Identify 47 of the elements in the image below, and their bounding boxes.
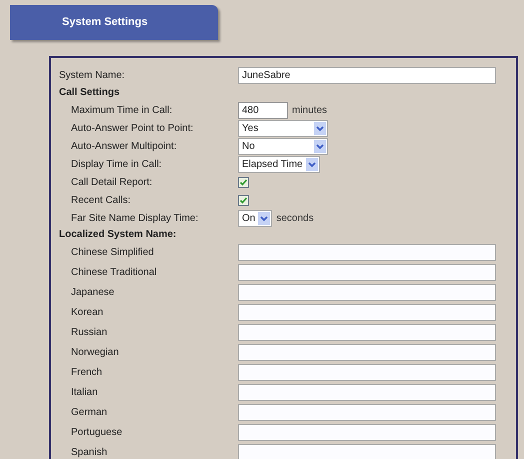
- chevron-icon: [314, 122, 326, 134]
- field-label: Call Detail Report:: [70, 176, 154, 190]
- field-label: Auto-Answer Point to Point:: [70, 122, 194, 136]
- field-label: Display Time in Call:: [70, 158, 163, 172]
- minutes-field[interactable]: 480: [238, 102, 288, 118]
- field-label: Chinese Traditional: [70, 266, 158, 280]
- field-label: System Name:: [59, 68, 126, 82]
- field-label: Maximum Time in Call:: [70, 104, 174, 118]
- text-field[interactable]: [238, 364, 496, 380]
- field-label: French: [70, 366, 104, 380]
- checkbox[interactable]: [238, 176, 249, 188]
- text-field[interactable]: [238, 244, 496, 260]
- section-heading: Call Settings: [59, 86, 121, 100]
- checkbox[interactable]: [238, 194, 249, 206]
- text-field[interactable]: [238, 444, 496, 459]
- text-field[interactable]: [238, 344, 496, 360]
- text-field[interactable]: [238, 384, 496, 400]
- text-field[interactable]: [238, 424, 496, 440]
- field-label: German: [70, 406, 108, 420]
- field-label: Russian: [70, 326, 108, 340]
- field-label: Portuguese: [70, 426, 124, 440]
- chevron-icon: [314, 140, 326, 152]
- dropdown[interactable]: Yes: [238, 120, 328, 136]
- dropdown[interactable]: No: [238, 138, 328, 154]
- text-field[interactable]: [238, 404, 496, 420]
- text-field[interactable]: [238, 264, 496, 280]
- field-label: Far Site Name Display Time:: [70, 212, 200, 226]
- field-label: Chinese Simplified: [70, 246, 155, 260]
- system-name-field[interactable]: JuneSabre: [238, 66, 496, 84]
- text-field[interactable]: [238, 304, 496, 320]
- field-label: Italian: [70, 386, 99, 400]
- field-label: Korean: [70, 306, 104, 320]
- section-tab[interactable]: System Settings: [10, 5, 218, 40]
- chevron-icon: [306, 158, 318, 170]
- dropdown[interactable]: On: [238, 210, 272, 226]
- section-heading: Localized System Name:: [59, 228, 178, 242]
- unit-label: seconds: [276, 212, 314, 226]
- text-field[interactable]: [238, 284, 496, 300]
- unit-label: minutes: [292, 104, 328, 118]
- dropdown[interactable]: Elapsed Time: [238, 156, 320, 172]
- field-label: Japanese: [70, 286, 116, 300]
- field-label: Norwegian: [70, 346, 120, 360]
- field-label: Recent Calls:: [70, 194, 132, 208]
- chevron-icon: [258, 212, 270, 224]
- field-label: Spanish: [70, 446, 108, 459]
- text-field[interactable]: [238, 324, 496, 340]
- field-label: Auto-Answer Multipoint:: [70, 140, 178, 154]
